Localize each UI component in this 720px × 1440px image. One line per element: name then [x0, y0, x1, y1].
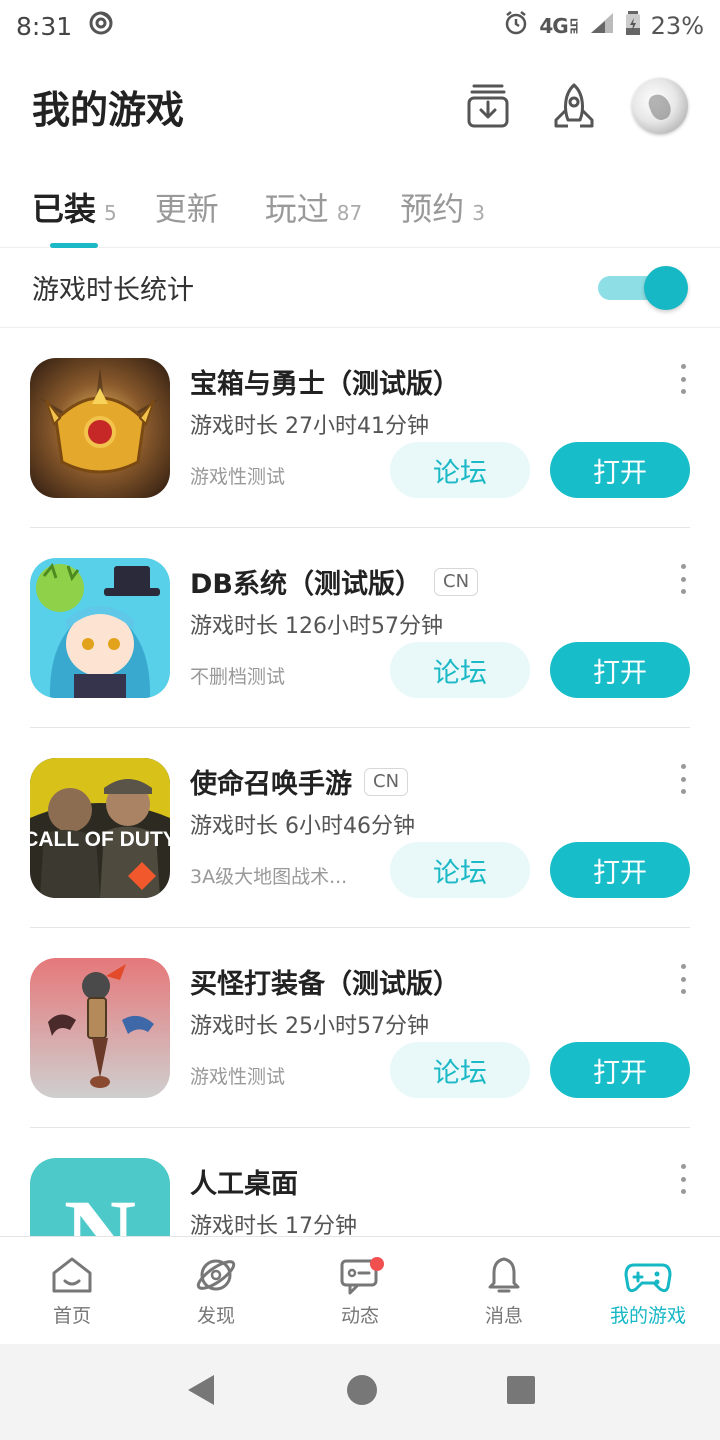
gamepad-icon [624, 1263, 672, 1293]
game-tabs: 已装 5 更新 玩过 87 预约 3 [0, 168, 720, 248]
more-options-button[interactable] [676, 564, 690, 594]
more-options-button[interactable] [676, 964, 690, 994]
tab-reserved[interactable]: 预约 3 [400, 168, 485, 248]
app-header: 我的游戏 [0, 62, 720, 150]
download-icon [467, 84, 509, 128]
rocket-icon [554, 83, 594, 128]
list-item[interactable]: 宝箱与勇士（测试版） 游戏时长 27小时41分钟 游戏性测试 论坛 打开 [30, 328, 690, 528]
home-icon [52, 1257, 92, 1293]
tab-count: 87 [336, 201, 363, 225]
recents-button[interactable] [506, 1375, 536, 1409]
status-bar: 8:31 4GLTE 23% [0, 0, 720, 52]
more-options-button[interactable] [676, 364, 690, 394]
open-button[interactable]: 打开 [550, 442, 690, 498]
game-subtitle: 游戏性测试 [190, 466, 286, 488]
nav-label: 首页 [52, 1305, 91, 1327]
battery-icon [625, 10, 641, 42]
forum-button[interactable]: 论坛 [390, 642, 530, 698]
avatar[interactable] [632, 78, 688, 134]
game-icon-call-of-duty[interactable]: CALL OF DUTY [30, 758, 170, 898]
tab-installed[interactable]: 已装 5 [32, 168, 117, 248]
game-icon-n-logo[interactable]: N [30, 1158, 170, 1236]
home-button[interactable] [346, 1374, 378, 1410]
back-triangle-icon [188, 1375, 214, 1405]
list-item[interactable]: 买怪打装备（测试版） 游戏时长 25小时57分钟 游戏性测试 论坛 打开 [30, 928, 690, 1128]
status-time: 8:31 [16, 11, 73, 41]
tab-label: 已装 [32, 190, 97, 228]
nav-label: 消息 [484, 1305, 523, 1327]
open-button[interactable]: 打开 [550, 842, 690, 898]
game-name: DB系统（测试版） [190, 569, 422, 600]
speedup-button[interactable] [546, 78, 602, 134]
game-name: 宝箱与勇士（测试版） [190, 369, 460, 400]
playtime-stats-toggle[interactable] [598, 265, 688, 310]
game-subtitle: 不删档测试 [190, 666, 286, 688]
download-manager-button[interactable] [460, 78, 516, 134]
forum-button[interactable]: 论坛 [390, 842, 530, 898]
game-playtime: 游戏时长 27小时41分钟 [190, 414, 429, 439]
region-tag: CN [434, 567, 479, 596]
nav-label: 发现 [196, 1305, 235, 1327]
alarm-icon [503, 10, 529, 42]
tab-played[interactable]: 玩过 87 [265, 168, 362, 248]
tab-label: 预约 [400, 190, 465, 228]
svg-text:CALL OF DUTY: CALL OF DUTY [30, 828, 170, 851]
nav-messages[interactable]: 消息 [432, 1237, 576, 1344]
page-title: 我的游戏 [32, 87, 185, 132]
tab-label: 玩过 [264, 190, 329, 228]
svg-text:N: N [64, 1179, 136, 1236]
nav-home[interactable]: 首页 [0, 1237, 144, 1344]
tab-label: 更新 [154, 190, 219, 228]
bell-icon [488, 1257, 520, 1293]
game-name: 买怪打装备（测试版） [190, 969, 460, 1000]
game-list: 宝箱与勇士（测试版） 游戏时长 27小时41分钟 游戏性测试 论坛 打开 DB系… [0, 328, 720, 1236]
network-type: 4GLTE [539, 14, 579, 38]
recents-square-icon [507, 1376, 535, 1404]
signal-icon [589, 11, 615, 41]
tab-count: 3 [472, 201, 485, 225]
back-button[interactable] [184, 1372, 218, 1412]
open-button[interactable]: 打开 [550, 642, 690, 698]
nav-label: 动态 [340, 1305, 379, 1327]
planet-icon [196, 1259, 236, 1291]
game-icon-treasure-chest[interactable] [30, 358, 170, 498]
open-button[interactable]: 打开 [550, 1042, 690, 1098]
game-subtitle: 3A级大地图战术... [190, 866, 348, 888]
home-circle-icon [347, 1375, 377, 1405]
list-item[interactable]: CALL OF DUTY 使命召唤手游 CN 游戏时长 6小时46分钟 3A级大地… [30, 728, 690, 928]
playtime-stats-label: 游戏时长统计 [32, 275, 194, 306]
system-navigation-bar [0, 1344, 720, 1440]
notification-badge [370, 1257, 384, 1271]
tab-updates[interactable]: 更新 [155, 168, 227, 248]
game-icon-weapon-totem[interactable] [30, 958, 170, 1098]
game-subtitle: 游戏性测试 [190, 1066, 286, 1088]
more-options-button[interactable] [676, 1164, 690, 1194]
bottom-navigation: 首页 发现 动态 消息 我的游戏 [0, 1236, 720, 1344]
game-name: 人工桌面 [190, 1169, 298, 1200]
nav-label: 我的游戏 [609, 1305, 686, 1327]
swirl-icon [88, 10, 114, 42]
tab-count: 5 [104, 201, 117, 225]
list-item[interactable]: DB系统（测试版） CN 游戏时长 126小时57分钟 不删档测试 论坛 打开 [30, 528, 690, 728]
game-playtime: 游戏时长 17分钟 [190, 1214, 357, 1236]
game-name: 使命召唤手游 [190, 769, 352, 800]
game-icon-anime-girl[interactable] [30, 558, 170, 698]
playtime-stats-row: 游戏时长统计 [0, 248, 720, 328]
game-playtime: 游戏时长 126小时57分钟 [190, 614, 443, 639]
battery-percent: 23% [650, 12, 704, 40]
nav-feed[interactable]: 动态 [288, 1237, 432, 1344]
game-playtime: 游戏时长 25小时57分钟 [190, 1014, 429, 1039]
more-options-button[interactable] [676, 764, 690, 794]
game-playtime: 游戏时长 6小时46分钟 [190, 814, 415, 839]
list-item[interactable]: N 人工桌面 游戏时长 17分钟 [30, 1128, 690, 1236]
nav-discover[interactable]: 发现 [144, 1237, 288, 1344]
forum-button[interactable]: 论坛 [390, 1042, 530, 1098]
region-tag: CN [364, 767, 409, 796]
forum-button[interactable]: 论坛 [390, 442, 530, 498]
nav-my-games[interactable]: 我的游戏 [576, 1237, 720, 1344]
